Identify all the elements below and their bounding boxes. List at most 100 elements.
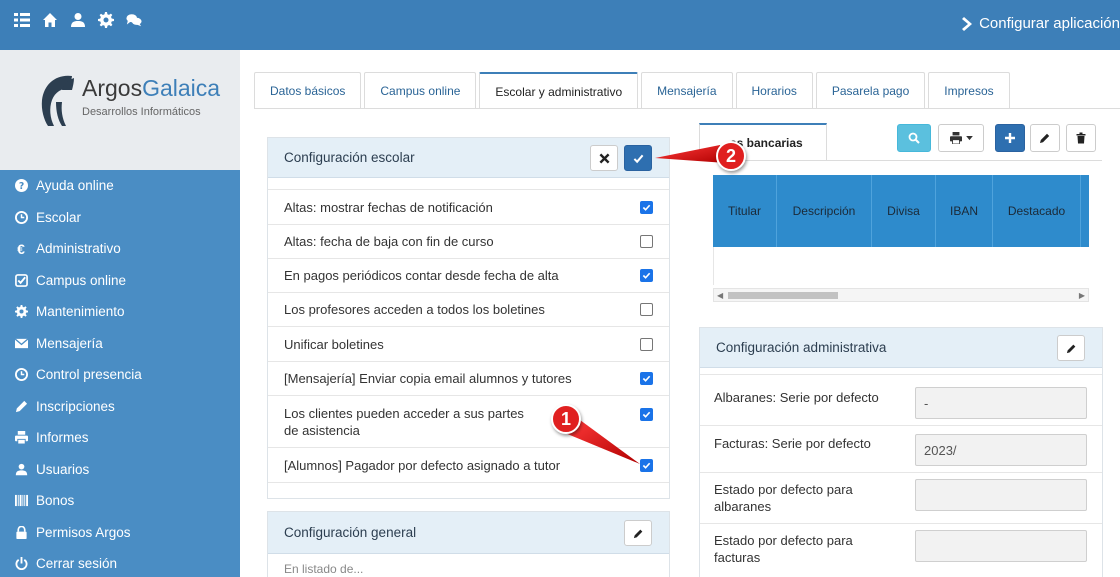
check-square-icon (12, 273, 30, 287)
sidebar-item-label: Mantenimiento (36, 304, 125, 320)
estado-facturas-field[interactable] (915, 530, 1087, 562)
topbar-icons (14, 12, 142, 28)
option-row: Altas: mostrar fechas de notificación (268, 190, 669, 225)
cancel-button[interactable] (590, 145, 618, 171)
column-header[interactable]: Descripción (777, 175, 872, 247)
sidebar-item-bonos[interactable]: Bonos (0, 485, 240, 517)
general-config-title: Configuración general (284, 525, 417, 540)
pencil-icon (1040, 133, 1050, 143)
sidebar-item-inscripciones[interactable]: Inscripciones (0, 391, 240, 423)
estado-albaranes-field[interactable] (915, 479, 1087, 511)
delete-button[interactable] (1066, 124, 1096, 152)
configure-app-link[interactable]: Configurar aplicación (961, 15, 1120, 32)
tab-escolar-administrativo[interactable]: Escolar y administrativo (479, 72, 639, 109)
print-dropdown-button[interactable] (938, 124, 984, 152)
escolar-config-header: Configuración escolar (268, 138, 669, 178)
barcode-icon (12, 494, 30, 508)
column-header[interactable]: Titular (713, 175, 777, 247)
callout-badge-two: 2 (716, 141, 746, 171)
gear-icon[interactable] (98, 12, 114, 28)
sidebar-item-mensajeria[interactable]: Mensajería (0, 328, 240, 360)
sidebar-item-label: Bonos (36, 493, 75, 509)
option-checkbox[interactable] (640, 408, 653, 421)
print-icon (12, 431, 30, 445)
chat-icon[interactable] (126, 12, 142, 28)
plus-icon (1005, 133, 1015, 143)
sidebar-item-ayuda-online[interactable]: ? Ayuda online (0, 170, 240, 202)
divider (700, 425, 1102, 426)
column-header[interactable]: IBAN (936, 175, 993, 247)
trash-icon (1076, 132, 1086, 144)
top-bar: Configurar aplicación (0, 0, 1120, 50)
general-config-panel: Configuración general En listado de... (267, 511, 670, 577)
admin-config-header: Configuración administrativa (700, 328, 1102, 368)
sidebar-item-label: Usuarios (36, 461, 90, 477)
general-config-header: Configuración general (268, 512, 669, 554)
albaranes-serie-field[interactable]: - (915, 387, 1087, 419)
helmet-logo-icon (41, 75, 74, 126)
edit-button[interactable] (1030, 124, 1060, 152)
option-checkbox[interactable] (640, 269, 653, 282)
field-label: Facturas: Serie por defecto (714, 436, 871, 451)
print-icon (949, 132, 962, 144)
scroll-left-icon[interactable]: ◀ (717, 291, 723, 300)
scrollbar-thumb[interactable] (728, 292, 838, 299)
column-header[interactable]: Divisa (872, 175, 936, 247)
horizontal-scrollbar[interactable]: ◀ ▶ (713, 288, 1089, 302)
sidebar-item-informes[interactable]: Informes (0, 422, 240, 454)
escolar-config-panel: Configuración escolar Altas: mostrar fec… (267, 137, 670, 499)
scroll-right-icon[interactable]: ▶ (1079, 291, 1085, 300)
tab-pasarela-pago[interactable]: Pasarela pago (815, 72, 926, 108)
column-header[interactable]: Destacado (993, 175, 1081, 247)
option-checkbox[interactable] (640, 303, 653, 316)
sidebar-item-permisos-argos[interactable]: Permisos Argos (0, 517, 240, 549)
option-checkbox[interactable] (640, 372, 653, 385)
sidebar-item-campus-online[interactable]: Campus online (0, 265, 240, 297)
divider (700, 374, 1102, 375)
save-button[interactable] (624, 145, 652, 171)
caret-down-icon (965, 135, 973, 140)
option-checkbox[interactable] (640, 337, 653, 351)
clock-icon (12, 210, 30, 224)
bank-table-body (713, 247, 1089, 285)
option-checkbox[interactable] (640, 200, 653, 214)
tab-horarios[interactable]: Horarios (735, 72, 813, 108)
check-icon (633, 154, 643, 163)
sidebar-item-administrativo[interactable]: € Administrativo (0, 233, 240, 265)
search-button[interactable] (897, 124, 931, 152)
envelope-icon (12, 336, 30, 350)
edit-button[interactable] (1057, 335, 1085, 361)
pencil-icon (1066, 344, 1075, 353)
list-icon[interactable] (14, 12, 30, 28)
option-label: [Alumnos] Pagador por defecto asignado a… (284, 457, 561, 473)
logo-area: ArgosGalaica Desarrollos Informáticos (0, 50, 240, 170)
callout-badge-one: 1 (551, 404, 581, 434)
sidebar-item-cerrar-sesion[interactable]: Cerrar sesión (0, 548, 240, 577)
field-label: Estado por defecto para facturas (714, 533, 853, 565)
user-icon[interactable] (70, 12, 86, 28)
settings-tabs: Datos básicos Campus online Escolar y ad… (254, 72, 1013, 109)
home-icon[interactable] (42, 12, 58, 28)
add-button[interactable] (995, 124, 1025, 152)
edit-button[interactable] (624, 520, 652, 546)
tab-campus-online[interactable]: Campus online (364, 72, 477, 108)
facturas-serie-field[interactable]: 2023/ (915, 434, 1087, 466)
sidebar-item-control-presencia[interactable]: Control presencia (0, 359, 240, 391)
pagador-checkbox[interactable] (640, 458, 653, 472)
sidebar-item-label: Administrativo (36, 241, 121, 257)
sidebar-item-escolar[interactable]: Escolar (0, 202, 240, 234)
tab-datos-basicos[interactable]: Datos básicos (254, 72, 362, 108)
sidebar-item-usuarios[interactable]: Usuarios (0, 454, 240, 486)
tab-impresos[interactable]: Impresos (928, 72, 1010, 108)
tab-mensajeria[interactable]: Mensajería (641, 72, 733, 108)
tabs-divider (254, 108, 1120, 109)
sidebar-item-label: Informes (36, 430, 89, 446)
bank-tab-divider (699, 160, 1102, 161)
brand-subtitle: Desarrollos Informáticos (82, 106, 201, 118)
sidebar-item-label: Inscripciones (36, 398, 115, 414)
sidebar-item-mantenimiento[interactable]: Mantenimiento (0, 296, 240, 328)
option-label: Altas: mostrar fechas de notificación (284, 199, 493, 215)
option-checkbox[interactable] (640, 235, 653, 248)
question-icon: ? (12, 179, 30, 193)
user-icon (12, 462, 30, 476)
